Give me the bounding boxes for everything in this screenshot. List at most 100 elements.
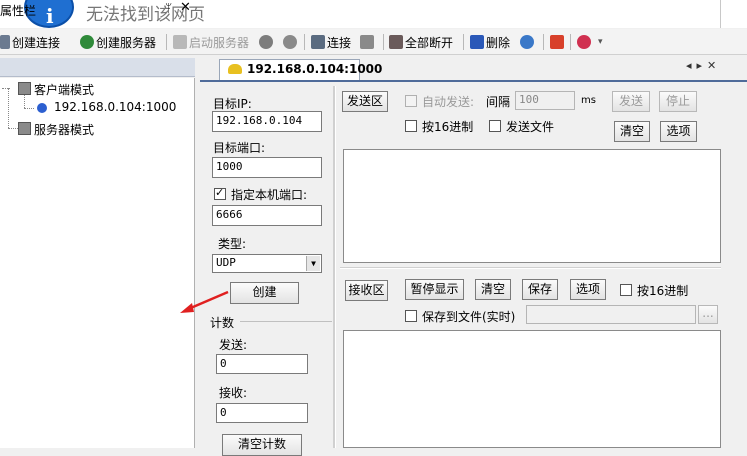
send-button[interactable]: 发送 — [612, 91, 650, 112]
toolbar-separator — [570, 34, 571, 50]
send-options-button[interactable]: 选项 — [660, 121, 697, 142]
folder-icon — [18, 122, 31, 135]
auto-send-label: 自动发送: — [422, 95, 475, 109]
property-panel-header — [0, 58, 195, 77]
delete-icon — [470, 35, 484, 49]
close-icon[interactable]: ✕ — [180, 0, 191, 15]
auto-send-checkbox[interactable] — [405, 95, 417, 107]
connection-dot-icon — [37, 103, 47, 113]
send-area-title: 发送区 — [342, 91, 388, 112]
power-icon — [550, 35, 564, 49]
create-button[interactable]: 创建 — [230, 282, 299, 304]
help-icon — [577, 35, 591, 49]
send-hex-label: 按16进制 — [422, 120, 474, 134]
folder-icon — [18, 82, 31, 95]
save-to-file-label: 保存到文件(实时) — [422, 310, 516, 324]
settings-button[interactable] — [520, 33, 536, 51]
gear-icon — [520, 35, 534, 49]
receive-area-title: 接收区 — [345, 280, 388, 301]
tree-item-client-mode[interactable]: 客户端模式 — [34, 81, 94, 98]
connection-tab-icon — [228, 64, 242, 74]
interval-input[interactable]: 100 — [515, 91, 575, 110]
toolbar-separator — [463, 34, 464, 50]
stop-send-button[interactable]: 停止 — [659, 91, 697, 112]
start-server-label: 启动服务器 — [189, 35, 250, 50]
save-file-path-input[interactable] — [526, 305, 696, 324]
tab-connection-label: 192.168.0.104:1000 — [247, 62, 383, 76]
recv-count-label: 接收: — [219, 386, 248, 400]
server-icon — [173, 35, 187, 49]
create-connection-label: 创建连接 — [12, 35, 61, 50]
interval-unit: ms — [581, 95, 596, 106]
network-icon — [360, 35, 374, 49]
send-count-label: 发送: — [219, 338, 248, 352]
connect-button[interactable]: 连接 — [311, 33, 351, 51]
send-textarea[interactable] — [343, 149, 721, 263]
local-port-checkbox[interactable] — [214, 186, 226, 200]
toolbar-separator — [304, 34, 305, 50]
recv-hex-checkbox[interactable] — [620, 284, 632, 296]
toolbar-overflow-icon[interactable]: ▾ — [598, 33, 603, 51]
toolbar: 创建连接 创建服务器 启动服务器 连接 全部断开 删除 ▾ — [0, 29, 747, 55]
property-tree: 客户端模式 192.168.0.104:1000 服务器模式 — [0, 78, 195, 448]
tab-nav-buttons[interactable]: ◂▸✕ — [686, 59, 721, 72]
close-circle-icon — [283, 35, 297, 49]
type-select[interactable]: UDP ▼ — [212, 254, 322, 273]
create-server-button[interactable]: 创建服务器 — [80, 33, 156, 51]
annotation-arrow — [180, 290, 229, 313]
users-button[interactable] — [259, 33, 275, 51]
users-icon — [259, 35, 273, 49]
clear-count-button[interactable]: 清空计数 — [222, 434, 302, 456]
send-file-label: 发送文件 — [506, 120, 555, 134]
send-hex-checkbox[interactable] — [405, 120, 417, 132]
recv-options-button[interactable]: 选项 — [570, 279, 606, 300]
target-port-input[interactable]: 1000 — [212, 157, 322, 178]
start-server-button[interactable]: 启动服务器 — [173, 33, 249, 51]
toolbar-separator — [166, 34, 167, 50]
help-button[interactable] — [577, 33, 593, 51]
toolbar-separator — [543, 34, 544, 50]
pause-display-button[interactable]: 暂停显示 — [405, 279, 464, 300]
create-connection-button[interactable]: 创建连接 — [0, 33, 60, 51]
tree-line — [24, 108, 34, 109]
recv-clear-button[interactable]: 清空 — [475, 279, 511, 300]
power-button[interactable] — [550, 33, 566, 51]
connect-label: 连接 — [327, 35, 352, 50]
save-to-file-checkbox[interactable] — [405, 310, 417, 322]
type-select-value: UDP — [216, 256, 236, 269]
network-button[interactable] — [360, 33, 376, 51]
target-port-label: 目标端口: — [213, 141, 266, 155]
tree-line — [2, 88, 10, 89]
receive-textarea[interactable] — [343, 330, 721, 448]
disconnect-all-button[interactable]: 全部断开 — [389, 33, 453, 51]
globe-icon — [80, 35, 94, 49]
create-server-label: 创建服务器 — [96, 35, 157, 50]
local-port-input[interactable]: 6666 — [212, 205, 322, 226]
panel-splitter[interactable] — [340, 267, 721, 269]
send-clear-button[interactable]: 清空 — [614, 121, 650, 142]
send-count-value: 0 — [216, 354, 308, 374]
tree-line — [8, 128, 18, 129]
disconnect-icon — [389, 35, 403, 49]
send-file-checkbox[interactable] — [489, 120, 501, 132]
pin-icon[interactable]: ᛘ — [165, 1, 172, 15]
local-port-label: 指定本机端口: — [231, 188, 308, 202]
type-label: 类型: — [218, 237, 247, 251]
recv-count-value: 0 — [216, 403, 308, 423]
interval-label: 间隔 — [486, 95, 511, 109]
connect-icon — [311, 35, 325, 49]
tree-item-connection[interactable]: 192.168.0.104:1000 — [54, 100, 176, 114]
delete-button[interactable]: 删除 — [470, 33, 510, 51]
property-panel-title: 属性栏 — [0, 4, 37, 18]
count-group-line — [240, 321, 332, 322]
recv-hex-label: 按16进制 — [637, 284, 689, 298]
create-connection-icon — [0, 35, 10, 49]
column-divider — [333, 86, 336, 448]
recv-save-button[interactable]: 保存 — [522, 279, 558, 300]
count-group-title: 计数 — [210, 316, 235, 330]
tree-line — [8, 88, 9, 128]
tree-item-server-mode[interactable]: 服务器模式 — [34, 121, 94, 138]
target-ip-input[interactable]: 192.168.0.104 — [212, 111, 322, 132]
stop-button[interactable] — [283, 33, 299, 51]
browse-button[interactable]: ... — [698, 305, 718, 324]
